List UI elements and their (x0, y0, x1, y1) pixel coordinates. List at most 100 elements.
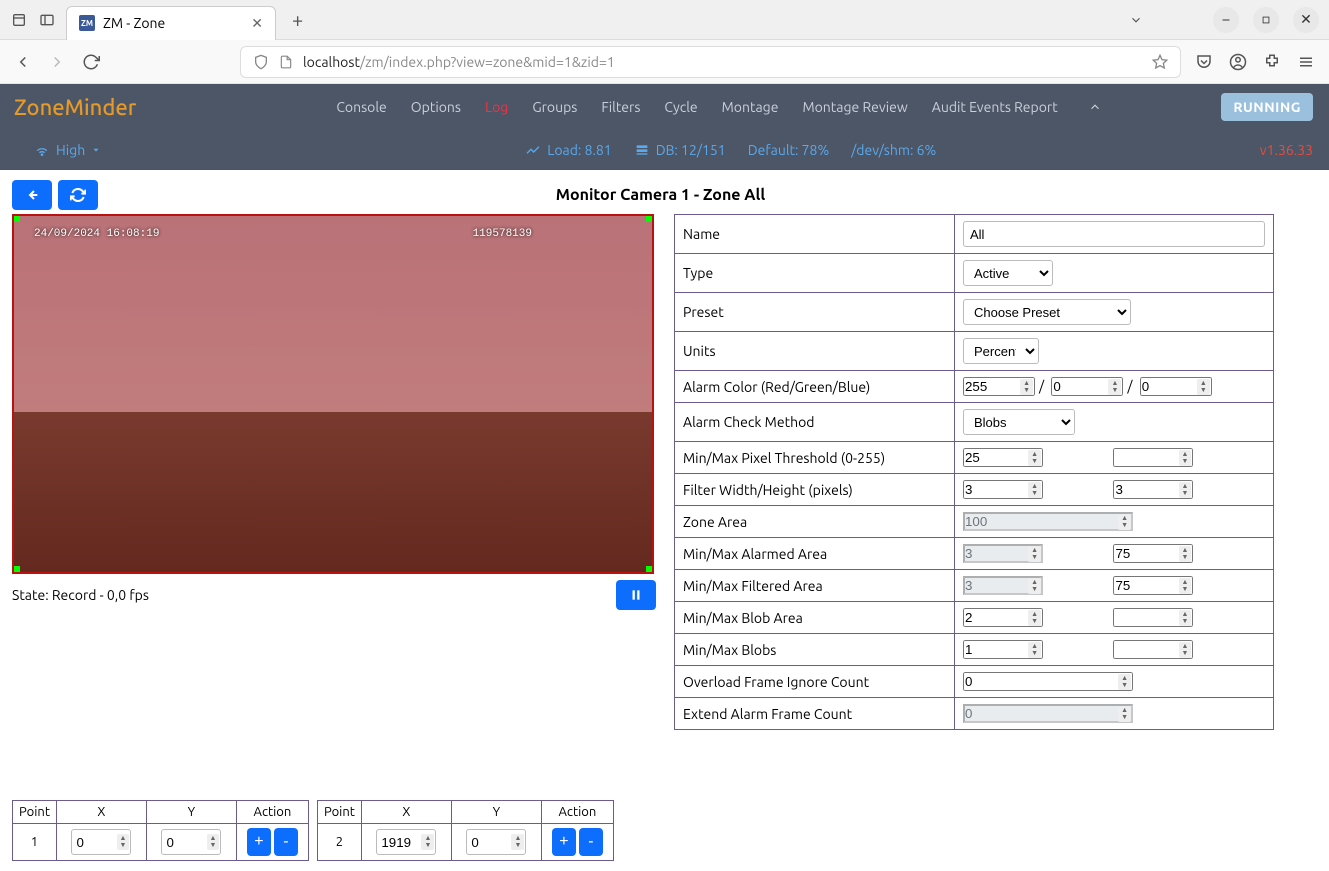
th-action: Action (236, 801, 308, 824)
spinner-icon[interactable]: ▲▼ (1020, 379, 1033, 395)
tab-title: ZM - Zone (103, 15, 165, 31)
bandwidth-selector[interactable]: High (34, 142, 101, 158)
label-type: Type (675, 254, 955, 293)
bookmark-icon[interactable] (1152, 54, 1168, 70)
label-zone-area: Zone Area (675, 506, 955, 538)
th-point: Point (317, 801, 361, 824)
nav-filters[interactable]: Filters (601, 99, 640, 115)
spinner-icon[interactable]: ▲▼ (1118, 674, 1131, 690)
label-extend: Extend Alarm Frame Count (675, 698, 955, 730)
preset-select[interactable]: Choose Preset (963, 299, 1131, 325)
zone-video-preview[interactable]: 24/09/2024 16:08:19 119578139 (12, 214, 654, 574)
label-preset: Preset (675, 293, 955, 332)
spinner-icon[interactable]: ▲▼ (1028, 610, 1041, 626)
spinner-icon: ▲▼ (1118, 514, 1131, 530)
menu-icon[interactable] (1297, 53, 1315, 71)
reload-button[interactable] (82, 53, 102, 71)
zone-corner-handle[interactable] (646, 566, 654, 574)
label-filter-wh: Filter Width/Height (pixels) (675, 474, 955, 506)
version-link[interactable]: v1.36.33 (1260, 142, 1313, 158)
nav-cycle[interactable]: Cycle (664, 99, 697, 115)
stat-load[interactable]: Load: 8.81 (525, 142, 611, 158)
remove-point-button[interactable]: - (579, 828, 603, 856)
nav-collapse-icon[interactable] (1088, 100, 1102, 114)
back-button[interactable] (14, 53, 34, 71)
tab-favicon: ZM (79, 15, 95, 31)
run-state-badge[interactable]: RUNNING (1221, 93, 1313, 121)
spinner-icon[interactable]: ▲▼ (1197, 379, 1210, 395)
spinner-icon: ▲▼ (1028, 578, 1041, 594)
window-minimize-button[interactable] (1213, 7, 1239, 33)
video-timestamp: 24/09/2024 16:08:19 (34, 228, 159, 240)
zone-corner-handle[interactable] (12, 214, 20, 222)
spinner-icon[interactable]: ▲▼ (1179, 546, 1192, 562)
point-number: 1 (13, 824, 57, 861)
shield-icon[interactable] (253, 54, 269, 70)
spinner-icon[interactable]: ▲▼ (1179, 610, 1192, 626)
account-icon[interactable] (1229, 53, 1247, 71)
nav-groups[interactable]: Groups (532, 99, 577, 115)
address-bar[interactable]: localhost/zm/index.php?view=zone&mid=1&z… (240, 46, 1181, 78)
close-tab-icon[interactable]: ✕ (251, 15, 263, 32)
history-icon[interactable] (10, 11, 28, 29)
nav-log[interactable]: Log (485, 99, 508, 115)
stream-state: State: Record - 0,0 fps (12, 587, 149, 603)
spinner-icon[interactable]: ▲▼ (1179, 482, 1192, 498)
label-blob-area: Min/Max Blob Area (675, 602, 955, 634)
add-point-button[interactable]: + (552, 828, 576, 856)
url-path: /zm/index.php?view=zone&mid=1&zid=1 (360, 54, 615, 70)
sidebar-icon[interactable] (38, 11, 56, 29)
point-number: 2 (317, 824, 361, 861)
new-tab-button[interactable]: + (286, 8, 309, 31)
stat-db[interactable]: DB: 12/151 (634, 142, 726, 158)
extensions-icon[interactable] (1263, 53, 1281, 71)
units-select[interactable]: Percent (963, 338, 1039, 364)
page-title: Monitor Camera 1 - Zone All (4, 186, 1317, 204)
brand-logo[interactable]: ZoneMinder (14, 95, 136, 120)
overload-input[interactable] (963, 672, 1133, 691)
pocket-icon[interactable] (1195, 53, 1213, 71)
forward-button (48, 53, 68, 71)
spinner-icon[interactable]: ▲▼ (1028, 450, 1041, 466)
th-point: Point (13, 801, 57, 824)
browser-tab[interactable]: ZM ZM - Zone ✕ (66, 6, 276, 40)
pause-button[interactable] (616, 580, 656, 610)
point-row: 2 ▲▼ ▲▼ + - (317, 824, 613, 861)
spinner-icon[interactable]: ▲▼ (1179, 578, 1192, 594)
label-filtered-area: Min/Max Filtered Area (675, 570, 955, 602)
type-select[interactable]: Active (963, 260, 1053, 286)
browser-toolbar: localhost/zm/index.php?view=zone&mid=1&z… (0, 40, 1329, 84)
spinner-icon[interactable]: ▲▼ (1179, 642, 1192, 658)
label-overload: Overload Frame Ignore Count (675, 666, 955, 698)
nav-audit[interactable]: Audit Events Report (932, 99, 1058, 115)
label-name: Name (675, 215, 955, 254)
page-icon (279, 55, 293, 69)
stat-shm[interactable]: /dev/shm: 6% (851, 142, 936, 158)
nav-options[interactable]: Options (411, 99, 461, 115)
th-x: X (56, 801, 146, 824)
label-alarm-color: Alarm Color (Red/Green/Blue) (675, 371, 955, 403)
label-blobs: Min/Max Blobs (675, 634, 955, 666)
spinner-icon[interactable]: ▲▼ (1028, 642, 1041, 658)
tab-dropdown-icon[interactable] (1129, 13, 1143, 27)
name-input[interactable] (963, 221, 1265, 247)
spinner-icon[interactable]: ▲▼ (1108, 379, 1121, 395)
window-close-button[interactable]: ✕ (1293, 7, 1319, 33)
remove-point-button[interactable]: - (274, 828, 298, 856)
main-nav: Console Options Log Groups Filters Cycle… (336, 99, 1101, 115)
nav-montage[interactable]: Montage (722, 99, 779, 115)
window-maximize-button[interactable] (1253, 7, 1279, 33)
nav-console[interactable]: Console (336, 99, 386, 115)
url-host: localhost (303, 54, 360, 70)
zone-corner-handle[interactable] (646, 214, 654, 222)
points-table-1: Point X Y Action 1 ▲▼ ▲▼ + - (12, 800, 309, 861)
spinner-icon[interactable]: ▲▼ (1179, 450, 1192, 466)
add-point-button[interactable]: + (247, 828, 271, 856)
spinner-icon[interactable]: ▲▼ (1028, 482, 1041, 498)
nav-montage-review[interactable]: Montage Review (802, 99, 907, 115)
spinner-icon: ▲▼ (1028, 546, 1041, 562)
check-method-select[interactable]: Blobs (963, 409, 1075, 435)
zone-corner-handle[interactable] (12, 566, 20, 574)
stat-storage[interactable]: Default: 78% (748, 142, 830, 158)
browser-tab-strip: ZM ZM - Zone ✕ + ✕ (0, 0, 1329, 40)
